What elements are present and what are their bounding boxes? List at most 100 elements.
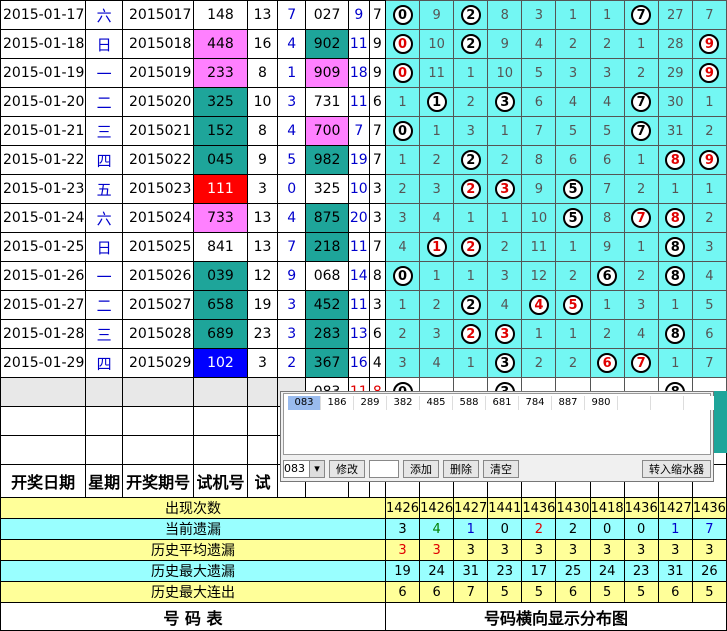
shrink-transfer-button[interactable]: 转入缩水器 <box>642 460 711 478</box>
stat-value: 2 <box>555 518 591 540</box>
number-input[interactable] <box>369 460 399 478</box>
dist-cell: 7 <box>623 348 659 378</box>
dist-cell: 6 <box>589 348 625 378</box>
dist-cell: 2 <box>453 174 489 204</box>
dist-cell: 2 <box>453 0 489 30</box>
weekday-cell: 日 <box>85 29 123 59</box>
dist-cell: 1 <box>555 319 591 349</box>
draw-number-cell: 218 <box>305 232 350 262</box>
dist-cell: 8 <box>657 319 693 349</box>
stat-value: 5 <box>589 581 625 603</box>
dist-cell: 3 <box>487 87 523 117</box>
dist-cell: 7 <box>623 87 659 117</box>
dist-cell: 29 <box>657 58 693 88</box>
dist-cell: 2 <box>453 87 489 117</box>
clear-button[interactable]: 清空 <box>483 460 519 478</box>
stat-label: 出现次数 <box>0 497 386 519</box>
empty-cell <box>0 406 87 436</box>
dist-cell: 4 <box>487 290 523 320</box>
period-cell: 2015020 <box>121 87 195 117</box>
hit-ball: 0 <box>392 121 413 141</box>
test-span-cell: 4 <box>277 203 307 233</box>
number-token[interactable]: 887 <box>552 396 585 410</box>
stat-value: 3 <box>453 539 489 561</box>
number-token[interactable]: 784 <box>519 396 552 410</box>
dist-cell: 1 <box>555 232 591 262</box>
date-cell: 2015-01-17 <box>0 0 87 30</box>
date-cell: 2015-01-25 <box>0 232 87 262</box>
stat-row: 出现次数 1426 1426 1427 1441 1436 1430 1418 1436 1427… <box>0 497 727 519</box>
number-token[interactable]: 485 <box>420 396 453 410</box>
dist-cell: 7 <box>521 116 557 146</box>
number-token[interactable]: 980 <box>585 396 618 410</box>
dist-cell: 3 <box>521 0 557 30</box>
number-token[interactable]: 083 <box>288 396 321 410</box>
stat-label: 历史平均遗漏 <box>0 539 386 561</box>
test-number-cell: 733 <box>193 203 248 233</box>
dist-cell: 4 <box>691 261 727 291</box>
draw-sum-cell: 7 <box>348 116 370 146</box>
stat-label: 历史最大连出 <box>0 581 386 603</box>
stat-value: 3 <box>589 539 625 561</box>
empty-cell <box>121 377 195 407</box>
test-number-cell: 689 <box>193 319 248 349</box>
test-number-cell: 233 <box>193 58 248 88</box>
number-list-area[interactable]: 083 186 289 382 485 588 681 784 887 980 <box>283 393 717 455</box>
draw-span-cell: 7 <box>368 116 386 146</box>
hit-ball: 2 <box>460 34 481 54</box>
dist-cell: 2 <box>419 290 455 320</box>
draw-number-cell: 909 <box>305 58 350 88</box>
period-cell: 2015025 <box>121 232 195 262</box>
hit-ball: 5 <box>563 179 583 199</box>
number-token[interactable]: 289 <box>354 396 387 410</box>
empty-cell <box>85 377 123 407</box>
number-edit-panel: 083 186 289 382 485 588 681 784 887 980 083 ▾ 修改 添… <box>280 391 717 482</box>
stat-value: 3 <box>555 539 591 561</box>
draw-span-cell: 7 <box>368 145 386 175</box>
modify-button[interactable]: 修改 <box>329 460 365 478</box>
number-select[interactable]: 083 ▾ <box>283 460 325 478</box>
empty-cell <box>85 435 123 465</box>
empty-cell <box>0 435 87 465</box>
scrollbar[interactable] <box>714 391 727 453</box>
delete-button[interactable]: 删除 <box>443 460 479 478</box>
test-number-cell: 152 <box>193 116 248 146</box>
dist-cell: 1 <box>487 116 523 146</box>
empty-cell <box>246 377 279 407</box>
number-token[interactable]: 588 <box>453 396 486 410</box>
dist-cell: 1 <box>419 87 455 117</box>
number-token[interactable]: 382 <box>387 396 420 410</box>
draw-number-cell: 027 <box>305 0 350 30</box>
draw-sum-cell: 13 <box>348 319 370 349</box>
draw-number-cell: 875 <box>305 203 350 233</box>
dist-cell: 2 <box>487 145 523 175</box>
dist-cell: 5 <box>589 116 625 146</box>
draw-number-cell: 068 <box>305 261 350 291</box>
stat-value: 7 <box>691 518 727 540</box>
hit-ball: 2 <box>460 5 481 25</box>
test-number-cell: 658 <box>193 290 248 320</box>
stat-value: 31 <box>657 560 693 582</box>
stat-row: 当前遗漏 3 4 1 0 2 2 0 0 1 7 <box>0 518 727 540</box>
table-row: 2015-01-18 日 2015018 448 16 4 902 11 9 0 10 2 9 4 2 2 1 2… <box>0 29 727 59</box>
draw-sum-cell: 11 <box>348 29 370 59</box>
test-sum-cell: 8 <box>246 116 279 146</box>
dist-cell: 4 <box>521 29 557 59</box>
test-span-cell: 4 <box>277 29 307 59</box>
test-span-cell: 3 <box>277 87 307 117</box>
number-select-value: 083 <box>284 462 305 475</box>
test-sum-cell: 12 <box>246 261 279 291</box>
draw-span-cell: 3 <box>368 290 386 320</box>
add-button[interactable]: 添加 <box>403 460 439 478</box>
number-token[interactable]: 186 <box>321 396 354 410</box>
dist-cell: 2 <box>453 290 489 320</box>
period-cell: 2015023 <box>121 174 195 204</box>
dist-cell: 5 <box>555 116 591 146</box>
stat-value: 6 <box>384 581 421 603</box>
hit-ball: 3 <box>494 179 515 199</box>
dist-cell: 1 <box>589 290 625 320</box>
chevron-down-icon[interactable]: ▾ <box>309 461 324 477</box>
number-token[interactable]: 681 <box>486 396 519 410</box>
draw-number-cell: 367 <box>305 348 350 378</box>
table-row: 2015-01-27 二 2015027 658 19 3 452 11 3 1 2 2 4 4 5 1 3 1 5 <box>0 290 727 320</box>
